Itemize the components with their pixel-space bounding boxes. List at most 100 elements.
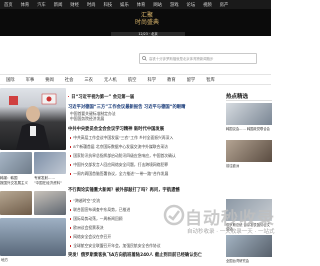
bullet-icon — [70, 236, 72, 238]
search-box[interactable]: 高铁十分钟罗斯福就是北京体育跨新闻跑步 — [139, 53, 257, 64]
bullet-icon — [70, 227, 72, 229]
headline[interactable]: 日“习近平视为第一” 会见第一届 — [68, 95, 134, 100]
watermark-subtext: 自动秒收录 · 一天收录一天 · 一站式 — [187, 229, 275, 235]
bullet-icon — [68, 95, 70, 98]
photo-caption-4[interactable]: "中国在经济资料" — [34, 181, 66, 185]
news-photo-2[interactable] — [34, 152, 66, 174]
news-link[interactable]: 国际局势动荡，一周新闻回顾 — [70, 216, 123, 222]
watermark-logo-icon — [163, 204, 185, 226]
category-item[interactable]: 国际 — [6, 77, 15, 83]
banner-logo: 汇聚 时尚盛典 — [127, 12, 167, 28]
news-link[interactable]: 中国外交部发言人回应网络安全问题，打击跨境网络犯罪 — [70, 162, 168, 168]
news-link[interactable]: “跨越时空”交流 — [70, 198, 100, 204]
topnav-item[interactable]: 娱乐 — [120, 2, 129, 8]
divider — [226, 100, 272, 101]
site-header: 高铁十分钟罗斯福就是北京体育跨新闻跑步 — [0, 36, 271, 69]
news-link-text[interactable]: 中国外交部发言人回应网络安全问题，打击跨境网络犯罪 — [73, 162, 168, 167]
topnav-item[interactable]: 视频 — [203, 2, 212, 8]
topnav-item[interactable]: 科技 — [104, 2, 113, 8]
topnav-item[interactable]: 体育 — [21, 2, 30, 8]
news-photo-3[interactable] — [0, 191, 32, 215]
hot-pick-photo-1[interactable] — [226, 103, 272, 125]
bullet-icon — [70, 155, 72, 157]
topnav-item[interactable]: 体育 — [137, 2, 146, 8]
headline-text[interactable]: 不行舆论实锤重大新闻？被外部敲打了吗？再问，宇航遗憾 — [68, 188, 180, 193]
category-item[interactable]: 教育 — [167, 77, 176, 83]
topnav-item[interactable]: 时尚 — [87, 2, 96, 8]
category-item[interactable]: 社会 — [65, 77, 74, 83]
category-item[interactable]: 留学 — [187, 77, 196, 83]
topnav-item[interactable]: 论坛 — [187, 2, 196, 8]
news-link-text[interactable]: “跨越时空”交流 — [73, 198, 100, 203]
news-link-text[interactable]: 8个新疆首届 北京国际数据中心发展交流中外媒联合采访 — [73, 144, 168, 149]
watermark-text: 自动秒收录 — [185, 209, 275, 229]
news-link-text[interactable]: 国际局势动荡，一周新闻回顾 — [73, 216, 122, 221]
headline[interactable]: 突发！俄罗斯乘客执飞A方向航班着陆240人 截止到目前已经确认伤亡 — [68, 253, 202, 258]
news-link-text[interactable]: 全球航空安全联盟召开年会，加强民航安全合作协议 — [73, 243, 160, 248]
photo-caption-3[interactable]: 报国外交发展主义 — [0, 181, 32, 185]
photo-caption-2[interactable]: 专家发射…… — [34, 176, 66, 180]
bullet-icon — [70, 200, 72, 202]
headline-text[interactable]: 突发！俄罗斯乘客执飞A方向航班着陆240人 截止到目前已经确认伤亡 — [68, 253, 202, 258]
bullet-icon — [70, 245, 72, 247]
bullet-icon — [70, 209, 72, 211]
news-link[interactable]: 一周内两国首脑签署协议，全力推进“一带一路”合作发展 — [70, 171, 168, 177]
category-item[interactable]: 无人机 — [104, 77, 117, 83]
news-link[interactable]: 中共高层工作会议中国发展“三农”工作 乡村全面振兴再深入 — [70, 135, 173, 141]
bullet-icon — [70, 218, 72, 220]
hot-pick-caption-2[interactable]: 前往欧洲 — [226, 164, 272, 168]
news-link[interactable]: 全球航空安全联盟召开年会，加强民航安全合作协议 — [70, 243, 161, 249]
topnav-item[interactable]: 房产 — [220, 2, 229, 8]
topnav-item[interactable]: 新闻 — [54, 2, 63, 8]
headline[interactable]: 习近平对德国“三方”工作会议最新报告 习近平与德国“的眼睛 — [68, 105, 185, 110]
news-link-text[interactable]: 中共高层工作会议中国发展“三农”工作 乡村全面振兴再深入 — [73, 135, 173, 140]
news-link[interactable]: 8个新疆首届 北京国际数据中心发展交流中外媒联合采访 — [70, 144, 168, 150]
news-link[interactable]: 网络安全会议在京召开 — [70, 234, 111, 240]
news-link-text[interactable]: 国家防汛抗旱总指挥部启动防汛四级应急响应，中国首次确认 — [73, 153, 176, 158]
photo-caption-5[interactable]: 地方 — [1, 258, 65, 262]
headline[interactable]: 中共中央委员会全会会议学习精神 新时代中国发展 — [68, 127, 164, 132]
topnav-item[interactable]: 汽车 — [37, 2, 46, 8]
category-item[interactable]: 智库 — [206, 77, 215, 83]
category-item[interactable]: 三农 — [84, 77, 93, 83]
news-link[interactable]: 联合国宣布调查中东局势，已推进 — [70, 207, 130, 213]
headline-text[interactable]: 习近平对德国“三方”工作会议最新报告 习近平与德国“的眼睛 — [68, 105, 185, 110]
topnav-item[interactable]: 游戏 — [170, 2, 179, 8]
news-link-text[interactable]: 网络安全会议在京召开 — [73, 234, 111, 239]
news-link[interactable]: 国家防汛抗旱总指挥部启动防汛四级应急响应，中国首次确认 — [70, 153, 176, 159]
hot-pick-caption-1[interactable]: 韩国议会…… 韩国政党联合会 — [226, 127, 272, 131]
headline-text[interactable]: 日“习近平视为第一” 会见第一届 — [71, 95, 134, 100]
hot-pick-caption-4[interactable]: 全国台湾研究会 — [226, 259, 272, 263]
news-link-text[interactable]: 联合国宣布调查中东局势，已推进 — [73, 207, 130, 212]
hot-pick-photo-2[interactable] — [226, 140, 272, 162]
news-link-text[interactable]: 欧洲议会投票表决 — [73, 225, 103, 230]
topnav-item[interactable]: 财经 — [70, 2, 79, 8]
news-photo-1[interactable] — [0, 152, 32, 174]
news-link[interactable]: 中国国务院经济发展 — [70, 116, 104, 122]
category-navigation: 国际 军事 要闻 社会 三农 无人机 航空 科学 教育 留学 智库 — [0, 74, 271, 85]
news-photo-4[interactable] — [34, 191, 66, 215]
news-link-text[interactable]: 中国国务院经济发展 — [70, 116, 104, 121]
promo-banner[interactable]: 汇聚 时尚盛典 12/23 · 北京 — [0, 9, 271, 36]
headline-text[interactable]: 中共中央委员会全会会议学习精神 新时代中国发展 — [68, 127, 164, 132]
topnav-item[interactable]: 网站 — [153, 2, 162, 8]
lead-photo[interactable] — [0, 88, 66, 150]
topnav-item[interactable]: 首页 — [4, 2, 13, 8]
photo-caption-1[interactable]: 韩媒：韩国 — [0, 176, 32, 180]
news-photo-5[interactable] — [0, 218, 66, 256]
news-link-text[interactable]: 一周内两国首脑签署协议，全力推进“一带一路”合作发展 — [73, 171, 168, 176]
bullet-icon — [70, 164, 72, 166]
watermark-overlay: 自动秒收录 自动秒收录 · 一天收录一天 · 一站式 — [163, 204, 275, 248]
category-item[interactable]: 军事 — [26, 77, 35, 83]
bullet-icon — [70, 173, 72, 175]
news-link[interactable]: 欧洲议会投票表决 — [70, 225, 104, 231]
bullet-icon — [70, 137, 72, 139]
search-icon[interactable] — [140, 54, 149, 63]
banner-logo-line2: 时尚盛典 — [134, 19, 159, 26]
search-input[interactable]: 高铁十分钟罗斯福就是北京体育跨新闻跑步 — [149, 56, 213, 61]
category-item[interactable]: 要闻 — [45, 77, 54, 83]
bullet-icon — [70, 146, 72, 148]
headline[interactable]: 不行舆论实锤重大新闻？被外部敲打了吗？再问，宇航遗憾 — [68, 188, 180, 193]
category-item[interactable]: 科学 — [147, 77, 156, 83]
category-item[interactable]: 航空 — [128, 77, 137, 83]
